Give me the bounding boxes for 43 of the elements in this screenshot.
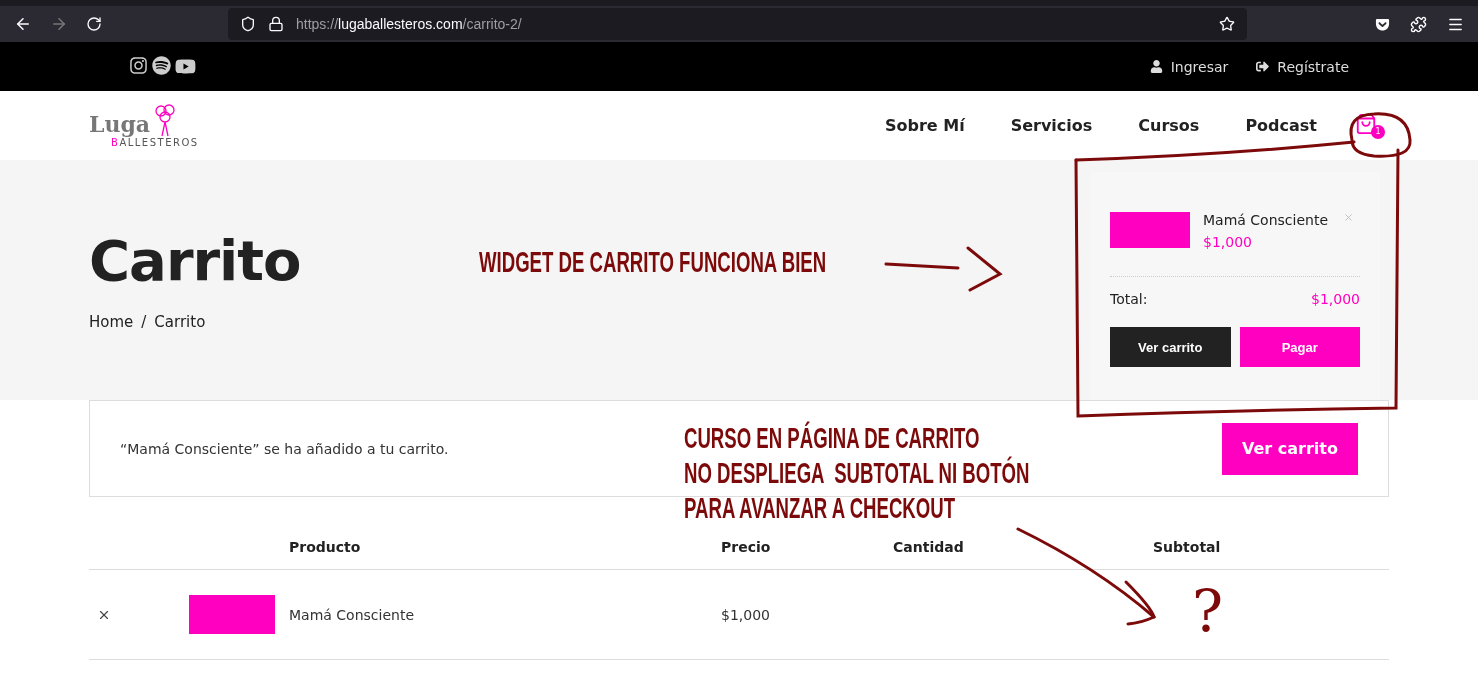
cart-count-badge: 1 bbox=[1371, 124, 1385, 139]
total-value: $1,000 bbox=[1311, 291, 1360, 307]
notice-text: “Mamá Consciente” se ha añadido a tu carrito. bbox=[120, 440, 449, 457]
close-icon bbox=[1343, 212, 1354, 223]
total-label: Total: bbox=[1110, 291, 1148, 307]
breadcrumb-link[interactable]: Carrito bbox=[154, 313, 206, 331]
back-icon[interactable] bbox=[14, 15, 32, 33]
annotation-text: ? bbox=[1192, 582, 1224, 640]
nav-link[interactable]: Sobre Mí bbox=[884, 116, 965, 135]
url-text: https://lugaballesteros.com/carrito-2/ bbox=[296, 16, 523, 32]
sign-in-icon bbox=[1256, 60, 1270, 73]
nav-link[interactable]: Cursos bbox=[1138, 116, 1200, 135]
pocket-icon[interactable] bbox=[1375, 16, 1390, 32]
puzzle-icon[interactable] bbox=[1410, 15, 1427, 33]
spotify-icon[interactable] bbox=[152, 56, 171, 75]
column-header: Producto bbox=[289, 539, 362, 555]
logo-subtitle: BALLESTEROS bbox=[111, 137, 199, 148]
product-name[interactable]: Mamá Consciente bbox=[289, 606, 721, 623]
annotation-text: CURSO EN PÁGINA DE CARRITO NO DESPLIEGA SUBTOTAL NI BOTÓN PARA AVANZAR A CHECKOUT bbox=[684, 420, 1030, 525]
reload-icon[interactable] bbox=[86, 16, 102, 32]
mini-cart-button[interactable]: Ver carrito bbox=[1110, 327, 1231, 367]
lock-icon bbox=[268, 16, 284, 32]
address-bar[interactable]: https://lugaballesteros.com/carrito-2/ bbox=[228, 8, 1247, 40]
top-bar-link[interactable]: Regístrate bbox=[1256, 58, 1349, 75]
breadcrumb-separator: / bbox=[141, 313, 147, 331]
forward-icon[interactable] bbox=[50, 15, 68, 33]
nav-link[interactable]: Podcast bbox=[1245, 116, 1317, 135]
column-header: Precio bbox=[721, 539, 772, 555]
column-header: Cantidad bbox=[893, 539, 965, 555]
shield-icon bbox=[240, 16, 256, 32]
annotation-text: WIDGET DE CARRITO FUNCIONA BIEN bbox=[479, 244, 827, 279]
nav-link[interactable]: Servicios bbox=[1010, 116, 1093, 135]
top-bar-link[interactable]: Ingresar bbox=[1149, 58, 1229, 75]
page-title: Carrito bbox=[89, 228, 301, 293]
user-icon bbox=[1149, 60, 1163, 73]
logo-text[interactable]: Luga bbox=[89, 111, 151, 137]
column-header: Subtotal bbox=[1153, 539, 1222, 555]
mini-cart-product-name[interactable]: Mamá Consciente bbox=[1203, 212, 1328, 228]
instagram-icon[interactable] bbox=[129, 56, 148, 75]
price-cell-text: $1,000 bbox=[721, 606, 771, 623]
bookmark-star-icon[interactable] bbox=[1219, 16, 1235, 32]
mini-cart-price: $1,000 bbox=[1203, 234, 1253, 250]
breadcrumb-link[interactable]: Home bbox=[89, 313, 134, 331]
